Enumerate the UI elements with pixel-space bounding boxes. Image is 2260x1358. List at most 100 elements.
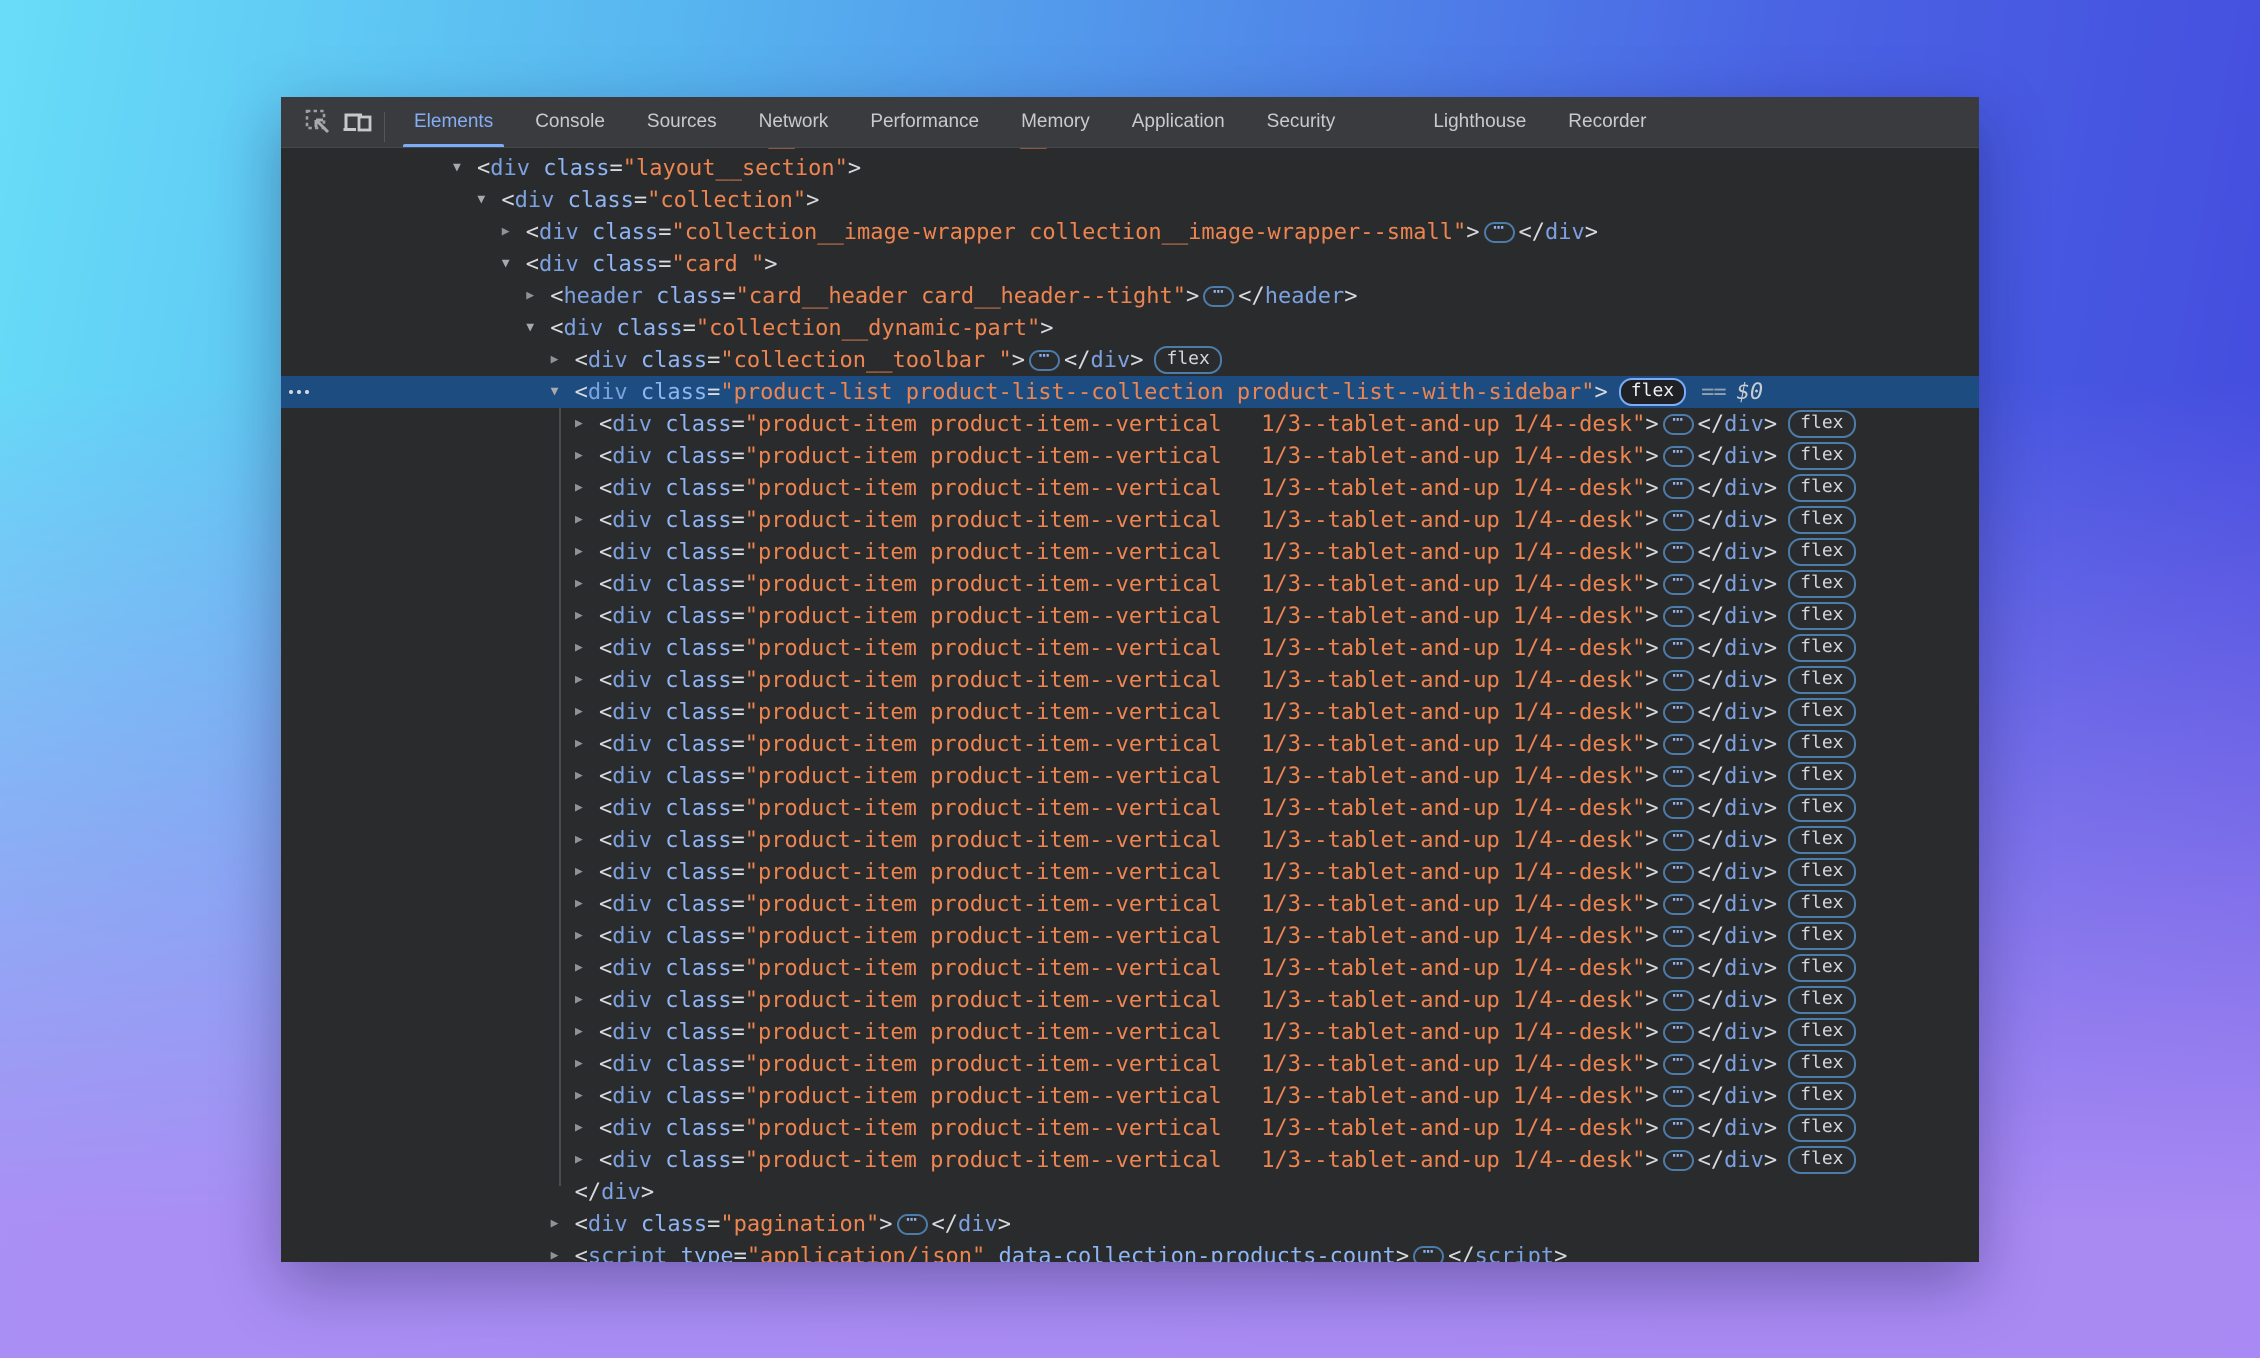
product-item-row[interactable]: ▶<div class="product-item product-item--… bbox=[281, 536, 1979, 568]
image-wrapper-row[interactable]: ▶<div class="collection__image-wrapper c… bbox=[281, 216, 1979, 248]
product-item-row[interactable]: ▶<div class="product-item product-item--… bbox=[281, 728, 1979, 760]
flex-badge[interactable]: flex bbox=[1788, 826, 1855, 854]
expand-arrow[interactable]: ▶ bbox=[575, 1152, 599, 1167]
tab-application[interactable]: Application bbox=[1111, 97, 1246, 147]
expand-arrow[interactable]: ▶ bbox=[575, 736, 599, 751]
toolbar-row[interactable]: ▶<div class="collection__toolbar ">⋯</di… bbox=[281, 344, 1979, 376]
expand-arrow[interactable]: ▶ bbox=[551, 352, 575, 367]
flex-badge[interactable]: flex bbox=[1788, 570, 1855, 598]
flex-badge[interactable]: flex bbox=[1788, 730, 1855, 758]
expand-arrow[interactable]: ▶ bbox=[575, 896, 599, 911]
expand-arrow[interactable]: ▶ bbox=[502, 224, 526, 239]
expand-ellipsis-button[interactable]: ⋯ bbox=[1663, 574, 1694, 595]
expand-ellipsis-button[interactable]: ⋯ bbox=[1663, 766, 1694, 787]
expand-ellipsis-button[interactable]: ⋯ bbox=[1663, 1054, 1694, 1075]
expand-ellipsis-button[interactable]: ⋯ bbox=[1663, 1022, 1694, 1043]
product-item-row[interactable]: ▶<div class="product-item product-item--… bbox=[281, 504, 1979, 536]
product-item-row[interactable]: ▶<div class="product-item product-item--… bbox=[281, 440, 1979, 472]
flex-badge[interactable]: flex bbox=[1788, 634, 1855, 662]
tab-memory[interactable]: Memory bbox=[1000, 97, 1111, 147]
collapse-arrow[interactable]: ▼ bbox=[502, 256, 526, 271]
product-item-row[interactable]: ▶<div class="product-item product-item--… bbox=[281, 952, 1979, 984]
flex-badge[interactable]: flex bbox=[1788, 1082, 1855, 1110]
flex-badge[interactable]: flex bbox=[1788, 410, 1855, 438]
expand-arrow[interactable]: ▶ bbox=[575, 832, 599, 847]
collection-row[interactable]: ▼<div class="collection"> bbox=[281, 184, 1979, 216]
product-item-row[interactable]: ▶<div class="product-item product-item--… bbox=[281, 760, 1979, 792]
expand-ellipsis-button[interactable]: ⋯ bbox=[1663, 414, 1694, 435]
product-item-row[interactable]: ▶<div class="product-item product-item--… bbox=[281, 1144, 1979, 1176]
expand-arrow[interactable]: ▶ bbox=[575, 864, 599, 879]
product-item-row[interactable]: ▶<div class="product-item product-item--… bbox=[281, 600, 1979, 632]
expand-ellipsis-button[interactable]: ⋯ bbox=[1663, 1150, 1694, 1171]
expand-arrow[interactable]: ▶ bbox=[575, 992, 599, 1007]
collapse-arrow[interactable]: ▼ bbox=[453, 160, 477, 175]
flex-badge[interactable]: flex bbox=[1788, 506, 1855, 534]
expand-ellipsis-button[interactable]: ⋯ bbox=[1663, 702, 1694, 723]
product-item-row[interactable]: ▶<div class="product-item product-item--… bbox=[281, 984, 1979, 1016]
expand-ellipsis-button[interactable]: ⋯ bbox=[1663, 606, 1694, 627]
tab-performance[interactable]: Performance bbox=[849, 97, 1000, 147]
expand-arrow[interactable]: ▶ bbox=[575, 416, 599, 431]
flex-badge[interactable]: flex bbox=[1788, 1146, 1855, 1174]
expand-ellipsis-button[interactable]: ⋯ bbox=[1663, 446, 1694, 467]
expand-arrow[interactable]: ▶ bbox=[575, 800, 599, 815]
flex-badge[interactable]: flex bbox=[1788, 442, 1855, 470]
expand-arrow[interactable]: ▶ bbox=[551, 1216, 575, 1231]
expand-ellipsis-button[interactable]: ⋯ bbox=[1663, 478, 1694, 499]
product-item-row[interactable]: ▶<div class="product-item product-item--… bbox=[281, 408, 1979, 440]
layout-section-row[interactable]: ▼<div class="layout__section"> bbox=[281, 152, 1979, 184]
flex-badge[interactable]: flex bbox=[1619, 378, 1686, 406]
flex-badge[interactable]: flex bbox=[1788, 922, 1855, 950]
expand-ellipsis-button[interactable]: ⋯ bbox=[1663, 958, 1694, 979]
flex-badge[interactable]: flex bbox=[1788, 1114, 1855, 1142]
expand-ellipsis-button[interactable]: ⋯ bbox=[1663, 990, 1694, 1011]
card-row[interactable]: ▼<div class="card "> bbox=[281, 248, 1979, 280]
product-item-row[interactable]: ▶<div class="product-item product-item--… bbox=[281, 1048, 1979, 1080]
flex-badge[interactable]: flex bbox=[1788, 1018, 1855, 1046]
expand-arrow[interactable]: ▶ bbox=[575, 704, 599, 719]
collapse-arrow[interactable]: ▼ bbox=[526, 320, 550, 335]
expand-arrow[interactable]: ▶ bbox=[575, 608, 599, 623]
device-toolbar-icon[interactable] bbox=[338, 103, 378, 141]
expand-ellipsis-button[interactable]: ⋯ bbox=[1663, 1118, 1694, 1139]
tab-network[interactable]: Network bbox=[738, 97, 850, 147]
flex-badge[interactable]: flex bbox=[1788, 954, 1855, 982]
product-list-row[interactable]: ▼<div class="product-list product-list--… bbox=[281, 376, 1979, 408]
expand-ellipsis-button[interactable]: ⋯ bbox=[1663, 862, 1694, 883]
expand-ellipsis-button[interactable]: ⋯ bbox=[1663, 926, 1694, 947]
product-item-row[interactable]: ▶<div class="product-item product-item--… bbox=[281, 664, 1979, 696]
product-item-row[interactable]: ▶<div class="product-item product-item--… bbox=[281, 632, 1979, 664]
flex-badge[interactable]: flex bbox=[1788, 538, 1855, 566]
product-item-row[interactable]: ▶<div class="product-item product-item--… bbox=[281, 856, 1979, 888]
product-item-row[interactable]: ▶<div class="product-item product-item--… bbox=[281, 920, 1979, 952]
tab-elements[interactable]: Elements bbox=[393, 97, 514, 147]
card-header-row[interactable]: ▶<header class="card__header card__heade… bbox=[281, 280, 1979, 312]
expand-arrow[interactable]: ▶ bbox=[575, 1024, 599, 1039]
product-item-row[interactable]: ▶<div class="product-item product-item--… bbox=[281, 888, 1979, 920]
expand-ellipsis-button[interactable]: ⋯ bbox=[1413, 1246, 1444, 1263]
dynamic-part-row[interactable]: ▼<div class="collection__dynamic-part"> bbox=[281, 312, 1979, 344]
expand-arrow[interactable]: ▶ bbox=[551, 1248, 575, 1263]
tab-lighthouse[interactable]: Lighthouse bbox=[1412, 97, 1547, 147]
expand-arrow[interactable]: ▶ bbox=[575, 640, 599, 655]
expand-ellipsis-button[interactable]: ⋯ bbox=[1663, 510, 1694, 531]
expand-arrow[interactable]: ▶ bbox=[575, 544, 599, 559]
expand-arrow[interactable]: ▶ bbox=[575, 1120, 599, 1135]
flex-badge[interactable]: flex bbox=[1788, 666, 1855, 694]
expand-ellipsis-button[interactable]: ⋯ bbox=[1029, 350, 1060, 371]
flex-badge[interactable]: flex bbox=[1788, 698, 1855, 726]
products-count-script-row[interactable]: ▶<script type="application/json" data-co… bbox=[281, 1240, 1979, 1262]
expand-ellipsis-button[interactable]: ⋯ bbox=[1663, 542, 1694, 563]
product-item-row[interactable]: ▶<div class="product-item product-item--… bbox=[281, 792, 1979, 824]
expand-arrow[interactable]: ▶ bbox=[575, 1088, 599, 1103]
tab-security[interactable]: Security bbox=[1246, 97, 1357, 147]
flex-badge[interactable]: flex bbox=[1788, 794, 1855, 822]
tab-sources[interactable]: Sources bbox=[626, 97, 738, 147]
flex-badge[interactable]: flex bbox=[1788, 602, 1855, 630]
flex-badge[interactable]: flex bbox=[1788, 858, 1855, 886]
expand-ellipsis-button[interactable]: ⋯ bbox=[1203, 286, 1234, 307]
expand-arrow[interactable]: ▶ bbox=[575, 768, 599, 783]
flex-badge[interactable]: flex bbox=[1788, 474, 1855, 502]
collapse-arrow[interactable]: ▼ bbox=[477, 192, 501, 207]
